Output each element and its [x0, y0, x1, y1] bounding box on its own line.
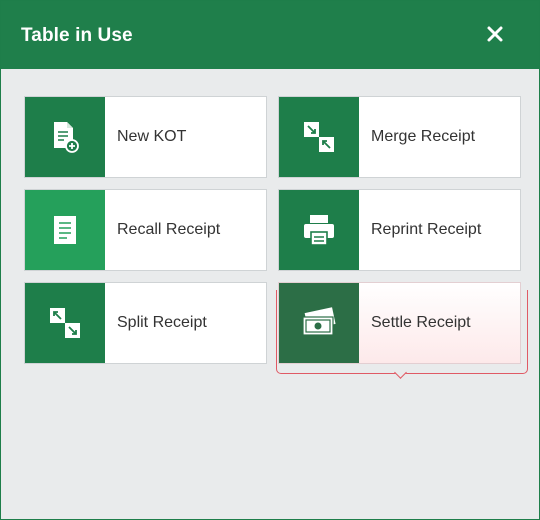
recall-receipt-button[interactable]: Recall Receipt	[24, 189, 267, 271]
new-kot-button[interactable]: New KOT	[24, 96, 267, 178]
reprint-receipt-label: Reprint Receipt	[371, 221, 482, 238]
table-in-use-dialog: Table in Use New KOT Merge Receipt Recal…	[0, 0, 540, 520]
reprint-receipt-button[interactable]: Reprint Receipt	[278, 189, 521, 271]
merge-receipt-button[interactable]: Merge Receipt	[278, 96, 521, 178]
printer-icon	[304, 215, 334, 246]
dialog-header: Table in Use	[1, 1, 539, 69]
new-kot-label: New KOT	[117, 128, 187, 145]
split-receipt-button[interactable]: Split Receipt	[24, 282, 267, 364]
close-icon	[487, 26, 503, 42]
split-receipt-label: Split Receipt	[117, 314, 207, 331]
document-add-icon	[54, 122, 79, 153]
close-button[interactable]	[483, 22, 507, 46]
merge-icon	[304, 122, 334, 152]
recall-receipt-label: Recall Receipt	[117, 221, 221, 238]
focus-outline	[276, 290, 528, 374]
merge-receipt-label: Merge Receipt	[371, 128, 476, 145]
receipt-icon	[54, 216, 76, 244]
dialog-title: Table in Use	[21, 25, 133, 46]
split-icon	[50, 308, 80, 338]
